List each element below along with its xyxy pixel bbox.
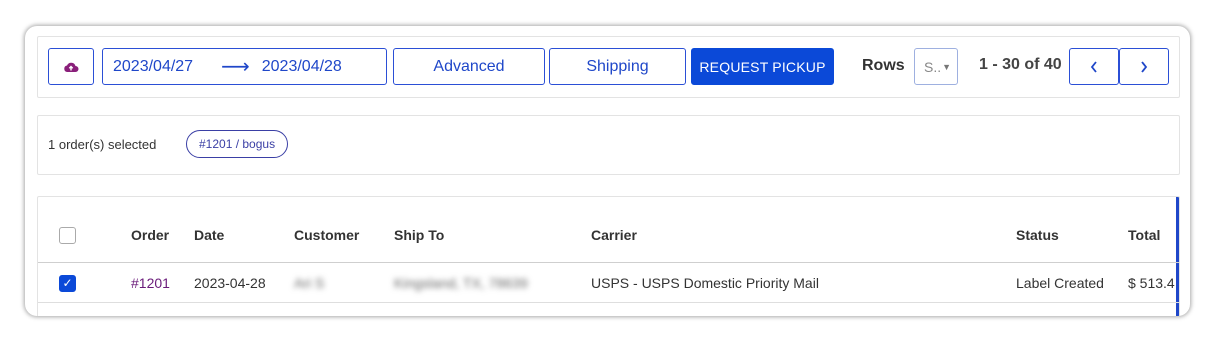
prev-page-button[interactable]: [1069, 48, 1119, 85]
orders-panel: 2023/04/27 ⟶ 2023/04/28 Advanced Shippin…: [25, 26, 1190, 316]
toolbar: 2023/04/27 ⟶ 2023/04/28 Advanced Shippin…: [37, 36, 1180, 98]
ship-to-address: Kingsland, TX, 78639: [394, 275, 528, 291]
order-date: 2023-04-28: [194, 275, 266, 291]
column-header-status[interactable]: Status: [1016, 227, 1059, 243]
column-header-carrier[interactable]: Carrier: [591, 227, 637, 243]
header-divider: [38, 262, 1179, 263]
advanced-button[interactable]: Advanced: [393, 48, 545, 85]
scrollbar[interactable]: [1176, 197, 1179, 316]
request-pickup-button[interactable]: REQUEST PICKUP: [691, 48, 834, 85]
chevron-right-icon: [1141, 60, 1148, 73]
customer-name: Ari S: [294, 275, 325, 291]
rows-per-page-select[interactable]: S.. ▼: [914, 48, 958, 85]
date-range-picker[interactable]: 2023/04/27 ⟶ 2023/04/28: [102, 48, 387, 85]
selection-bar: 1 order(s) selected #1201 / bogus: [37, 115, 1180, 175]
order-link[interactable]: #1201: [131, 275, 170, 291]
column-header-total[interactable]: Total: [1128, 227, 1160, 243]
column-header-order[interactable]: Order: [131, 227, 169, 243]
selection-summary: 1 order(s) selected: [48, 137, 157, 152]
checkmark-icon: ✓: [62, 276, 73, 290]
order-total: $ 513.4: [1128, 275, 1175, 291]
order-status: Label Created: [1016, 275, 1104, 291]
column-header-date[interactable]: Date: [194, 227, 224, 243]
column-header-customer[interactable]: Customer: [294, 227, 359, 243]
arrow-right-icon: ⟶: [221, 55, 250, 78]
selected-order-chip[interactable]: #1201 / bogus: [186, 130, 289, 158]
pagination-text: 1 - 30 of 40: [979, 56, 1062, 73]
carrier-service: USPS - USPS Domestic Priority Mail: [591, 275, 819, 291]
shipping-button[interactable]: Shipping: [549, 48, 686, 85]
caret-down-icon: ▼: [942, 61, 952, 72]
row-checkbox[interactable]: ✓: [59, 275, 76, 292]
chevron-left-icon: [1090, 60, 1097, 73]
row-divider: [38, 302, 1179, 303]
orders-table: Order Date Customer Ship To Carrier Stat…: [37, 196, 1180, 316]
date-from: 2023/04/27: [113, 57, 194, 75]
cloud-upload-button[interactable]: [48, 48, 94, 85]
cloud-upload-icon: [64, 62, 79, 72]
rows-label: Rows: [862, 57, 905, 74]
date-to: 2023/04/28: [261, 57, 342, 75]
select-all-checkbox[interactable]: [59, 227, 76, 244]
column-header-ship-to[interactable]: Ship To: [394, 227, 444, 243]
rows-select-value: S..: [924, 58, 942, 75]
next-page-button[interactable]: [1119, 48, 1169, 85]
